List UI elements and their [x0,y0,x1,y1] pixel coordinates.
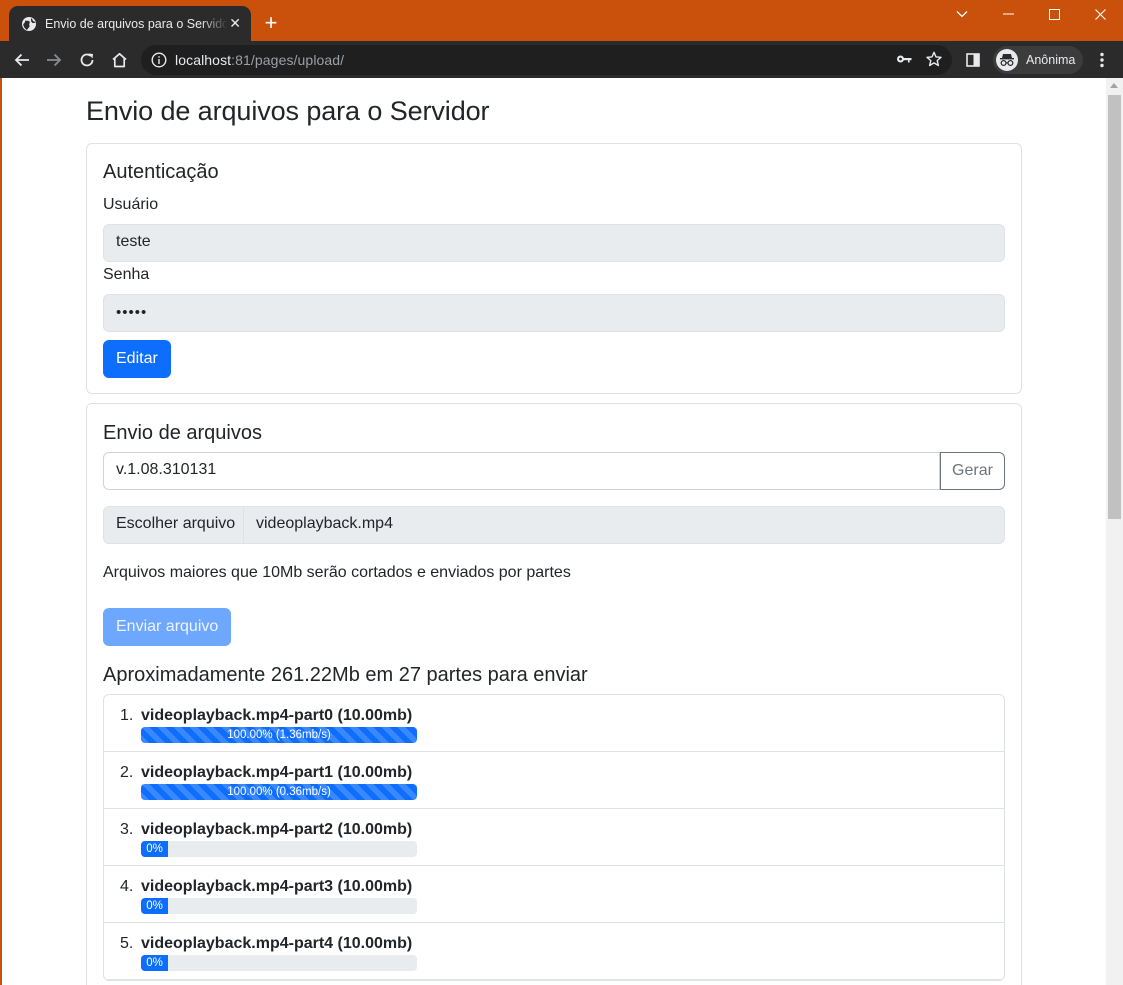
minimize-icon[interactable] [985,0,1031,28]
part-name: videoplayback.mp4-part1 (10.00mb) [141,764,413,781]
version-input-group: v.1.08.310131 Gerar [103,452,1005,490]
tab-title: Envio de arquivos para o Servidor [45,16,228,31]
reload-icon[interactable] [76,49,98,71]
part-progress: 100.00% (0.36mb/s) [141,784,417,800]
list-item: 1. videoplayback.mp4-part0 (10.00mb) 100.0… [104,695,1004,752]
back-arrow-icon[interactable] [11,49,33,71]
part-name: videoplayback.mp4-part0 (10.00mb) [141,707,413,724]
scroll-up-arrow-icon[interactable] [1110,83,1118,88]
list-item: 4. videoplayback.mp4-part3 (10.00mb) 0% [104,866,1004,923]
browser-tab-active[interactable]: Envio de arquivos para o Servidor ✕ [9,6,251,41]
part-progress-bar: 0% [141,898,168,914]
send-file-button[interactable]: Enviar arquivo [103,608,232,646]
incognito-icon [996,49,1018,71]
auth-heading: Autenticação [103,161,219,183]
parts-list: 1. videoplayback.mp4-part0 (10.00mb) 100.0… [103,694,1005,981]
password-label: Senha [103,266,150,283]
key-icon[interactable] [896,53,912,65]
part-number: 5. [120,935,134,952]
selected-file-name: videoplayback.mp4 [256,515,393,532]
upload-summary: Aproximadamente 261.22Mb em 27 partes pa… [103,664,588,686]
window-border [0,78,2,985]
side-panel-icon[interactable] [962,49,984,71]
close-tab-icon[interactable]: ✕ [229,14,241,32]
forward-arrow-icon[interactable] [43,49,65,71]
profile-button[interactable]: Anônima [993,46,1083,74]
part-progress: 100.00% (1.36mb/s) [141,727,417,743]
profile-label: Anônima [1026,53,1076,67]
version-input[interactable]: v.1.08.310131 [103,452,940,490]
part-progress-bar: 100.00% (0.36mb/s) [141,784,417,800]
part-progress-bar: 0% [141,841,168,857]
tab-search-chevron-icon[interactable] [939,0,985,28]
page-viewport: Envio de arquivos para o Servidor Autent… [0,78,1123,985]
part-progress-bar: 100.00% (1.36mb/s) [141,727,417,743]
new-tab-button[interactable]: + [260,10,282,36]
browser-titlebar: Envio de arquivos para o Servidor ✕ + [0,0,1123,41]
part-number: 3. [120,821,134,838]
bookmark-star-icon[interactable] [926,51,942,67]
page-title: Envio de arquivos para o Servidor [86,96,490,126]
part-name: videoplayback.mp4-part4 (10.00mb) [141,935,413,952]
part-number: 2. [120,764,134,781]
part-progress: 0% [141,955,417,971]
part-number: 1. [120,707,134,724]
user-label: Usuário [103,196,159,213]
file-input[interactable]: Escolher arquivo videoplayback.mp4 [103,506,1005,544]
upload-card: Envio de arquivos v.1.08.310131 Gerar Es… [86,403,1022,985]
list-item: 2. videoplayback.mp4-part1 (10.00mb) 100.0… [104,752,1004,809]
url-text[interactable]: localhost:81/pages/upload/ [175,52,344,68]
site-info-icon[interactable] [151,52,167,68]
part-name: videoplayback.mp4-part2 (10.00mb) [141,821,413,838]
auth-card: Autenticação Usuário teste Senha ••••• E… [86,143,1022,394]
close-window-icon[interactable] [1077,0,1123,28]
kebab-menu-icon[interactable] [1091,49,1113,71]
list-item: 5. videoplayback.mp4-part4 (10.00mb) 0% [104,923,1004,980]
generate-button[interactable]: Gerar [940,452,1005,490]
vertical-scrollbar[interactable] [1106,78,1123,985]
home-icon[interactable] [108,49,130,71]
choose-file-button[interactable]: Escolher arquivo [104,507,244,543]
address-bar[interactable]: localhost:81/pages/upload/ [141,45,952,75]
part-progress-bar: 0% [141,955,168,971]
size-help-text: Arquivos maiores que 10Mb serão cortados… [103,564,571,581]
list-item: 3. videoplayback.mp4-part2 (10.00mb) 0% [104,809,1004,866]
password-field[interactable]: ••••• [103,294,1005,332]
globe-icon [22,16,36,31]
part-number: 4. [120,878,134,895]
scrollbar-thumb[interactable] [1108,95,1121,519]
part-name: videoplayback.mp4-part3 (10.00mb) [141,878,413,895]
edit-button[interactable]: Editar [103,340,171,378]
browser-toolbar: localhost:81/pages/upload/ Anônima [0,41,1123,78]
upload-heading: Envio de arquivos [103,422,262,444]
user-field[interactable]: teste [103,224,1005,262]
part-progress: 0% [141,898,417,914]
part-progress: 0% [141,841,417,857]
maximize-icon[interactable] [1031,0,1077,28]
